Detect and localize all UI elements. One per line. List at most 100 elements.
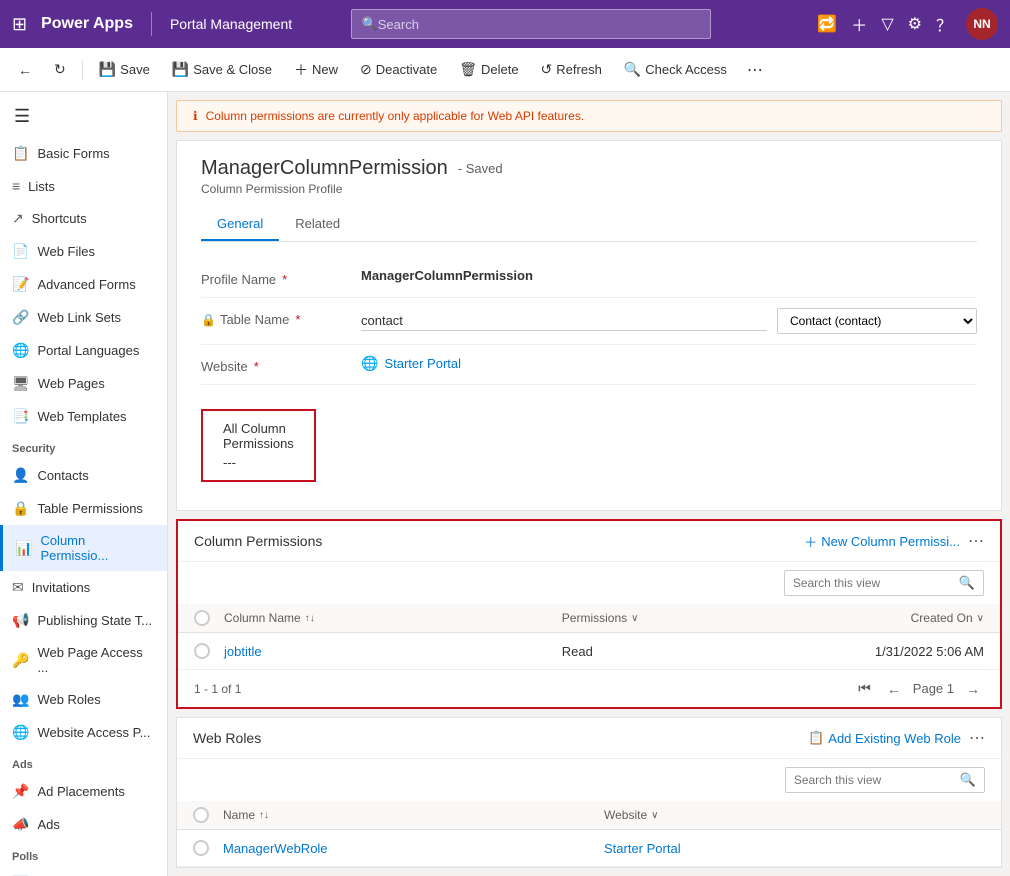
save-close-button[interactable]: 💾 Save & Close xyxy=(162,55,282,84)
table-permissions-icon: 🔒 xyxy=(12,500,29,517)
wr-row-checkbox[interactable] xyxy=(193,840,209,856)
col-perm-header[interactable]: Permissions ∨ xyxy=(562,611,731,625)
sidebar-item-contacts[interactable]: 👤 Contacts xyxy=(0,459,167,492)
sidebar-item-label: Web Pages xyxy=(38,376,105,391)
sidebar-item-publishing-state[interactable]: 📢 Publishing State T... xyxy=(0,604,167,637)
website-value: 🌐 Starter Portal xyxy=(361,355,977,372)
delete-button[interactable]: 🗑 Delete xyxy=(449,55,528,84)
starter-portal-link[interactable]: Starter Portal xyxy=(604,841,985,856)
save-button[interactable]: 💾 Save xyxy=(89,55,160,84)
add-icon[interactable]: ＋ xyxy=(851,12,867,36)
sidebar-item-web-templates[interactable]: 📑 Web Templates xyxy=(0,400,167,433)
sidebar-item-web-pages[interactable]: 🖥 Web Pages xyxy=(0,367,167,400)
refresh-icon[interactable]: 🔁 xyxy=(817,14,837,34)
row-checkbox[interactable] xyxy=(194,643,210,659)
manager-web-role-link[interactable]: ManagerWebRole xyxy=(223,841,604,856)
sidebar-item-label: Invitations xyxy=(32,580,91,595)
jobtitle-link[interactable]: jobtitle xyxy=(224,644,562,659)
web-roles-grid: Name ↑↓ Website ∨ ManagerWebRole Starter… xyxy=(177,801,1001,867)
tab-general[interactable]: General xyxy=(201,208,279,241)
col-name-header[interactable]: Column Name ↑↓ xyxy=(224,611,562,625)
new-column-permission-button[interactable]: ＋ New Column Permissi... xyxy=(804,532,960,551)
sidebar-item-label: Table Permissions xyxy=(37,501,143,516)
website-link[interactable]: 🌐 Starter Portal xyxy=(361,355,977,372)
sidebar-item-website-access[interactable]: 🌐 Website Access P... xyxy=(0,716,167,749)
web-roles-more-button[interactable]: ⋯ xyxy=(969,728,985,748)
table-row: ManagerWebRole Starter Portal xyxy=(177,830,1001,867)
tab-bar: General Related xyxy=(201,208,977,242)
basic-forms-icon: 📋 xyxy=(12,145,29,162)
sidebar-item-web-roles[interactable]: 👥 Web Roles xyxy=(0,683,167,716)
all-col-perm-box: All Column Permissions --- xyxy=(201,409,316,482)
sidebar-item-poll-placements[interactable]: 📊 Poll Placements xyxy=(0,867,167,876)
col-date-header[interactable]: Created On ∨ xyxy=(731,611,984,625)
global-search-input[interactable] xyxy=(378,17,700,32)
back-button[interactable]: ← xyxy=(8,56,42,84)
more-options-button[interactable]: ⋯ xyxy=(739,54,771,86)
sidebar-item-invitations[interactable]: ✉ Invitations xyxy=(0,571,167,604)
wr-name-header[interactable]: Name ↑↓ xyxy=(223,808,604,822)
sidebar-item-column-permissions[interactable]: 📊 Column Permissio... xyxy=(0,525,167,571)
sidebar-item-shortcuts[interactable]: ↗ Shortcuts xyxy=(0,202,167,235)
next-page-button[interactable]: → xyxy=(962,679,984,699)
web-roles-title: Web Roles xyxy=(193,730,808,746)
table-name-with-dropdown: contact Contact (contact) xyxy=(361,308,977,334)
sidebar-item-label: Web Roles xyxy=(37,692,100,707)
forward-button[interactable]: ↻ xyxy=(44,55,76,84)
sidebar-item-web-link-sets[interactable]: 🔗 Web Link Sets xyxy=(0,301,167,334)
sidebar-item-advanced-forms[interactable]: 📝 Advanced Forms xyxy=(0,268,167,301)
deactivate-button[interactable]: ⊘ Deactivate xyxy=(350,55,447,84)
select-all-checkbox[interactable] xyxy=(194,610,210,626)
sidebar-item-label: Advanced Forms xyxy=(37,277,135,292)
apps-grid-icon[interactable]: ⊞ xyxy=(12,14,27,35)
sidebar-item-ads[interactable]: 📣 Ads xyxy=(0,808,167,841)
prev-page-button[interactable]: ← xyxy=(883,679,905,699)
sidebar-item-label: Portal Languages xyxy=(37,343,139,358)
first-page-button[interactable]: ⏮ xyxy=(854,678,875,699)
add-existing-web-role-button[interactable]: 📋 Add Existing Web Role xyxy=(808,730,961,746)
avatar[interactable]: NN xyxy=(966,8,998,40)
sidebar-hamburger[interactable]: ☰ xyxy=(0,96,167,137)
sidebar-item-ad-placements[interactable]: 📌 Ad Placements xyxy=(0,775,167,808)
web-roles-search-box[interactable]: 🔍 xyxy=(785,767,985,793)
wr-sort-icon-site: ∨ xyxy=(651,810,658,821)
settings-icon[interactable]: ⚙ xyxy=(908,14,922,34)
sidebar-item-portal-languages[interactable]: 🌐 Portal Languages xyxy=(0,334,167,367)
wr-row-check xyxy=(193,840,223,856)
required-indicator: * xyxy=(282,272,287,287)
check-access-button[interactable]: 🔍 Check Access xyxy=(614,55,737,84)
column-permissions-footer: 1 - 1 of 1 ⏮ ← Page 1 → xyxy=(178,670,1000,707)
main-layout: ☰ 📋 Basic Forms ≡ Lists ↗ Shortcuts 📄 We… xyxy=(0,92,1010,876)
column-permissions-search-input[interactable] xyxy=(793,576,953,590)
sidebar-item-table-permissions[interactable]: 🔒 Table Permissions xyxy=(0,492,167,525)
website-access-icon: 🌐 xyxy=(12,724,29,741)
polls-section-label: Polls xyxy=(0,841,167,867)
column-permissions-title: Column Permissions xyxy=(194,533,804,549)
web-roles-search-input[interactable] xyxy=(794,773,954,787)
shortcuts-icon: ↗ xyxy=(12,210,24,227)
wr-website-header[interactable]: Website ∨ xyxy=(604,808,985,822)
wr-select-all[interactable] xyxy=(193,807,209,823)
column-permissions-icon: 📊 xyxy=(15,540,32,557)
profile-name-row: Profile Name * ManagerColumnPermission xyxy=(201,258,977,298)
help-icon[interactable]: ？ xyxy=(936,12,952,36)
sidebar-item-web-files[interactable]: 📄 Web Files xyxy=(0,235,167,268)
column-permissions-search-box[interactable]: 🔍 xyxy=(784,570,984,596)
sidebar-item-label: Web Files xyxy=(37,244,95,259)
sidebar-item-basic-forms[interactable]: 📋 Basic Forms xyxy=(0,137,167,170)
sidebar-item-label: Web Page Access ... xyxy=(37,645,155,675)
new-button[interactable]: ＋ New xyxy=(284,54,348,86)
table-name-dropdown[interactable]: Contact (contact) xyxy=(777,308,977,334)
refresh-button[interactable]: ↺ Refresh xyxy=(531,55,612,84)
filter-icon[interactable]: ▽ xyxy=(881,14,893,34)
sidebar-item-lists[interactable]: ≡ Lists xyxy=(0,170,167,202)
invitations-icon: ✉ xyxy=(12,579,24,596)
website-row: Website * 🌐 Starter Portal xyxy=(201,345,977,385)
sort-icon-date: ∨ xyxy=(977,613,984,624)
sidebar-item-web-page-access[interactable]: 🔑 Web Page Access ... xyxy=(0,637,167,683)
global-search-box[interactable]: 🔍 xyxy=(351,9,711,39)
tab-related[interactable]: Related xyxy=(279,208,356,241)
search-icon: 🔍 xyxy=(362,16,378,32)
required-indicator-3: * xyxy=(254,359,259,374)
column-permissions-more-button[interactable]: ⋯ xyxy=(968,531,984,551)
